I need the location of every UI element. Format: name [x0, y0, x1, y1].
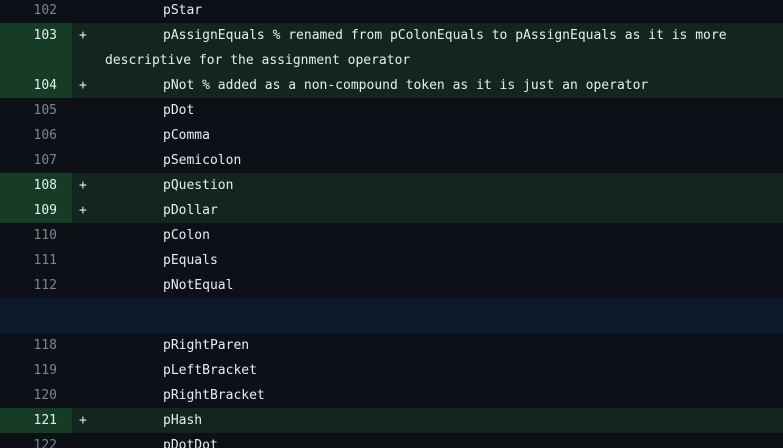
line-number[interactable]: 105	[0, 98, 72, 123]
line-number[interactable]: 119	[0, 358, 72, 383]
line-number[interactable]: 112	[0, 273, 72, 298]
code-content: pEquals	[163, 253, 218, 268]
diff-line: 106 pComma	[0, 123, 783, 148]
line-number[interactable]: 111	[0, 248, 72, 273]
line-number[interactable]: 107	[0, 148, 72, 173]
code-text: pQuestion	[97, 173, 783, 198]
diff-line: 119 pLeftBracket	[0, 358, 783, 383]
code-content: pHash	[163, 413, 203, 428]
line-number[interactable]: 120	[0, 383, 72, 408]
code-text: pHash	[97, 408, 783, 433]
line-number[interactable]: 118	[0, 333, 72, 358]
code-content: pNotEqual	[163, 278, 234, 293]
diff-line: 122 pDotDot	[0, 433, 783, 448]
line-number[interactable]: 103	[0, 23, 72, 73]
code-text: pLeftBracket	[97, 358, 783, 383]
hunk-expander[interactable]	[0, 298, 783, 333]
diff-marker: +	[79, 178, 87, 193]
code-content: pComma	[163, 128, 210, 143]
diff-line-added: 121 + pHash	[0, 408, 783, 433]
line-number[interactable]: 108	[0, 173, 72, 198]
diff-line: 107 pSemicolon	[0, 148, 783, 173]
code-text: pDollar	[97, 198, 783, 223]
code-content: pAssignEquals % renamed from pColonEqual…	[105, 28, 735, 68]
code-content: pDollar	[163, 203, 218, 218]
code-content: pSemicolon	[163, 153, 242, 168]
code-content: pColon	[163, 228, 210, 243]
line-number[interactable]: 121	[0, 408, 72, 433]
code-text: pColon	[97, 223, 783, 248]
diff-line-added: 104 + pNot % added as a non-compound tok…	[0, 73, 783, 98]
code-content: pDotDot	[163, 438, 218, 448]
code-text: pNotEqual	[97, 273, 783, 298]
code-text: pNot % added as a non-compound token as …	[97, 73, 783, 98]
code-content: pRightParen	[163, 338, 250, 353]
code-text: pDotDot	[97, 433, 783, 448]
code-text: pEquals	[97, 248, 783, 273]
diff-line: 102 pStar	[0, 0, 783, 23]
code-content: pNot % added as a non-compound token as …	[163, 78, 649, 93]
code-content: pRightBracket	[163, 388, 265, 403]
diff-line-added: 109 + pDollar	[0, 198, 783, 223]
code-text: pDot	[97, 98, 783, 123]
diff-line: 118 pRightParen	[0, 333, 783, 358]
code-text: pRightParen	[97, 333, 783, 358]
diff-line: 120 pRightBracket	[0, 383, 783, 408]
line-number[interactable]: 102	[0, 0, 72, 23]
line-number	[0, 298, 72, 333]
code-text: pStar	[97, 0, 783, 23]
code-content: pStar	[163, 3, 203, 18]
code-content: pQuestion	[163, 178, 234, 193]
line-number[interactable]: 106	[0, 123, 72, 148]
diff-line: 112 pNotEqual	[0, 273, 783, 298]
line-number[interactable]: 104	[0, 73, 72, 98]
line-number[interactable]: 109	[0, 198, 72, 223]
diff-marker: +	[79, 78, 87, 93]
code-content: pLeftBracket	[163, 363, 257, 378]
diff-line-added: 103 + pAssignEquals % renamed from pColo…	[0, 23, 783, 73]
code-text: pAssignEquals % renamed from pColonEqual…	[97, 23, 783, 73]
diff-line-added: 108 + pQuestion	[0, 173, 783, 198]
code-text: pRightBracket	[97, 383, 783, 408]
diff-view: 102 pStar 103 + pAssignEquals % renamed …	[0, 0, 783, 448]
diff-marker: +	[79, 203, 87, 218]
code-text: pComma	[97, 123, 783, 148]
diff-line: 111 pEquals	[0, 248, 783, 273]
code-text: pSemicolon	[97, 148, 783, 173]
diff-line: 110 pColon	[0, 223, 783, 248]
code-content: pDot	[163, 103, 195, 118]
diff-line: 105 pDot	[0, 98, 783, 123]
diff-marker: +	[79, 413, 87, 428]
line-number[interactable]: 122	[0, 433, 72, 448]
line-number[interactable]: 110	[0, 223, 72, 248]
diff-marker: +	[79, 28, 87, 43]
